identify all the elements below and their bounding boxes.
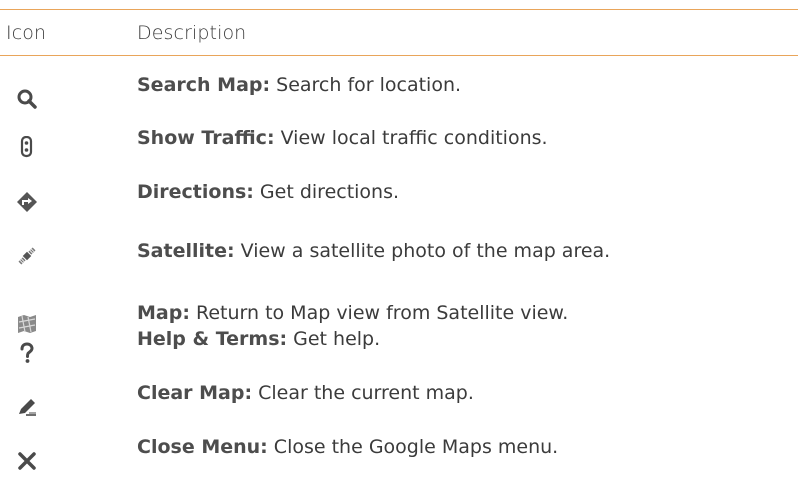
- table-row: Satellite: View a satellite photo of the…: [0, 202, 798, 265]
- row-description: Close Menu: Close the Google Maps menu.: [137, 436, 558, 458]
- row-term: Close Menu:: [137, 436, 268, 458]
- table-row: Map: Return to Map view from Satellite v…: [0, 248, 798, 333]
- table-row: Close Menu: Close the Google Maps menu.: [0, 386, 798, 470]
- table-row: Search Map: Search for location.: [0, 64, 798, 110]
- row-term: Search Map:: [137, 74, 271, 96]
- row-text: View local traffic conditions.: [274, 127, 548, 149]
- table-header: Icon Description: [0, 10, 798, 55]
- row-text: Get directions.: [253, 181, 400, 203]
- header-bottom-rule: [0, 55, 798, 56]
- table-row: Directions: Get directions.: [0, 156, 798, 212]
- description-column-header: Description: [137, 22, 247, 44]
- search-icon: [16, 88, 38, 110]
- row-text: Close the Google Maps menu.: [267, 436, 559, 458]
- row-description: Directions: Get directions.: [137, 181, 399, 203]
- traffic-light-icon: [16, 136, 38, 158]
- table-row: Clear Map: Clear the current map.: [0, 340, 798, 416]
- row-text: Search for location.: [270, 74, 462, 96]
- close-icon: [16, 450, 38, 472]
- row-description: Show Traffic: View local traffic conditi…: [137, 127, 548, 149]
- table-row: Show Traffic: View local traffic conditi…: [0, 110, 798, 158]
- row-term: Show Traffic:: [137, 127, 275, 149]
- table-row: Help & Terms: Get help.: [0, 294, 798, 363]
- icon-column-header: Icon: [6, 22, 47, 44]
- row-description: Search Map: Search for location.: [137, 74, 461, 96]
- row-term: Directions:: [137, 181, 254, 203]
